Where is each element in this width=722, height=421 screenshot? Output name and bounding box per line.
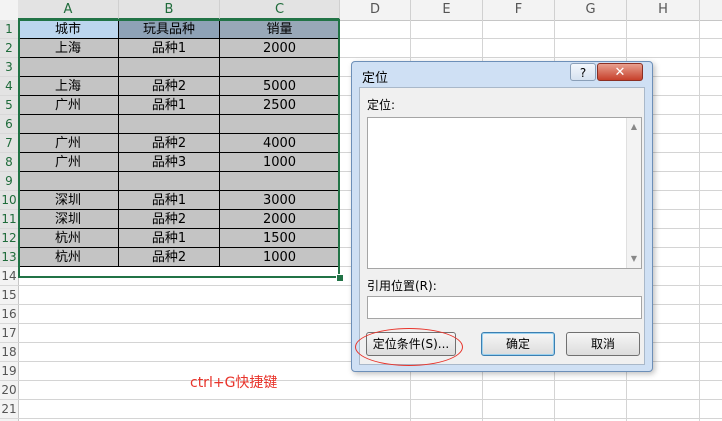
- table-cell[interactable]: 4000: [220, 134, 340, 153]
- table-cell[interactable]: 1000: [220, 248, 340, 267]
- dialog-body: 定位: ▲ ▼ 引用位置(R): 定位条件(S)... 确定 取消: [359, 87, 645, 365]
- row-header-4[interactable]: 4: [0, 77, 18, 96]
- listbox-scrollbar[interactable]: ▲ ▼: [626, 118, 641, 268]
- table-cell[interactable]: [220, 172, 340, 191]
- table-cell[interactable]: [119, 58, 220, 77]
- table-cell[interactable]: 5000: [220, 77, 340, 96]
- column-header-g[interactable]: G: [555, 0, 627, 20]
- row-header-11[interactable]: 11: [0, 210, 18, 229]
- table-cell[interactable]: 2500: [220, 96, 340, 115]
- row-header-17[interactable]: 17: [0, 324, 18, 343]
- column-header-a[interactable]: A: [18, 0, 119, 20]
- table-cell[interactable]: 品种3: [119, 153, 220, 172]
- row-header-12[interactable]: 12: [0, 229, 18, 248]
- special-button[interactable]: 定位条件(S)...: [366, 332, 456, 356]
- fill-handle[interactable]: [336, 274, 344, 282]
- gridline-horizontal: [18, 380, 722, 381]
- column-header-d[interactable]: D: [340, 0, 411, 20]
- row-header-5[interactable]: 5: [0, 96, 18, 115]
- row-header-14[interactable]: 14: [0, 267, 18, 286]
- table-cell[interactable]: 2000: [220, 39, 340, 58]
- goto-listbox[interactable]: ▲ ▼: [367, 117, 642, 269]
- table-header-cell[interactable]: 销量: [220, 20, 340, 39]
- row-header-6[interactable]: 6: [0, 115, 18, 134]
- goto-dialog: 定位 ? ✕ 定位: ▲ ▼ 引用位置(R): 定位条件(S)... 确定 取消: [351, 61, 653, 372]
- table-cell[interactable]: 品种2: [119, 210, 220, 229]
- gridline-horizontal: [18, 399, 722, 400]
- row-header-10[interactable]: 10: [0, 191, 18, 210]
- row-header-19[interactable]: 19: [0, 362, 18, 381]
- row-header-7[interactable]: 7: [0, 134, 18, 153]
- row-header-15[interactable]: 15: [0, 286, 18, 305]
- table-cell[interactable]: 1500: [220, 229, 340, 248]
- row-header-2[interactable]: 2: [0, 39, 18, 58]
- table-cell[interactable]: 品种1: [119, 229, 220, 248]
- table-cell[interactable]: [119, 115, 220, 134]
- row-header-1[interactable]: 1: [0, 20, 18, 39]
- column-header-h[interactable]: H: [627, 0, 700, 20]
- reference-label: 引用位置(R):: [367, 279, 437, 293]
- table-cell[interactable]: 品种2: [119, 248, 220, 267]
- scroll-down-icon[interactable]: ▼: [627, 252, 641, 266]
- reference-input[interactable]: [367, 296, 642, 319]
- table-cell[interactable]: [220, 115, 340, 134]
- table-cell[interactable]: 品种1: [119, 191, 220, 210]
- table-cell[interactable]: [220, 58, 340, 77]
- table-cell[interactable]: [18, 115, 119, 134]
- row-header-9[interactable]: 9: [0, 172, 18, 191]
- dialog-title: 定位: [362, 71, 389, 86]
- close-button[interactable]: ✕: [597, 63, 643, 81]
- table-cell[interactable]: 1000: [220, 153, 340, 172]
- table-cell[interactable]: 品种1: [119, 96, 220, 115]
- help-button[interactable]: ?: [570, 63, 596, 81]
- column-header-c[interactable]: C: [220, 0, 340, 20]
- cancel-button[interactable]: 取消: [566, 332, 640, 356]
- row-header-21[interactable]: 21: [0, 400, 18, 419]
- table-cell[interactable]: 品种1: [119, 39, 220, 58]
- table-cell[interactable]: 3000: [220, 191, 340, 210]
- table-cell[interactable]: 2000: [220, 210, 340, 229]
- table-cell[interactable]: 品种2: [119, 134, 220, 153]
- column-header-b[interactable]: B: [119, 0, 220, 20]
- table-cell[interactable]: [18, 172, 119, 191]
- table-cell[interactable]: 品种2: [119, 77, 220, 96]
- row-header-20[interactable]: 20: [0, 381, 18, 400]
- table-cell[interactable]: 深圳: [18, 191, 119, 210]
- row-header-16[interactable]: 16: [0, 305, 18, 324]
- table-cell[interactable]: [18, 58, 119, 77]
- row-header-8[interactable]: 8: [0, 153, 18, 172]
- table-cell[interactable]: [119, 172, 220, 191]
- table-cell[interactable]: 广州: [18, 153, 119, 172]
- column-header-e[interactable]: E: [411, 0, 483, 20]
- table-cell[interactable]: 上海: [18, 77, 119, 96]
- row-header-13[interactable]: 13: [0, 248, 18, 267]
- ok-button[interactable]: 确定: [481, 332, 555, 356]
- column-header-f[interactable]: F: [483, 0, 555, 20]
- scroll-up-icon[interactable]: ▲: [627, 120, 641, 134]
- annotation-text: ctrl+G快捷键: [190, 375, 278, 391]
- gridline-horizontal: [18, 418, 722, 419]
- goto-label: 定位:: [367, 98, 396, 112]
- row-header-18[interactable]: 18: [0, 343, 18, 362]
- table-cell[interactable]: 杭州: [18, 248, 119, 267]
- table-cell[interactable]: 深圳: [18, 210, 119, 229]
- table-header-cell[interactable]: 玩具品种: [119, 20, 220, 39]
- table-cell[interactable]: 广州: [18, 134, 119, 153]
- table-header-cell[interactable]: 城市: [18, 20, 119, 39]
- table-cell[interactable]: 广州: [18, 96, 119, 115]
- table-cell[interactable]: 杭州: [18, 229, 119, 248]
- row-header-3[interactable]: 3: [0, 58, 18, 77]
- select-all-corner[interactable]: [0, 0, 19, 20]
- table-cell[interactable]: 上海: [18, 39, 119, 58]
